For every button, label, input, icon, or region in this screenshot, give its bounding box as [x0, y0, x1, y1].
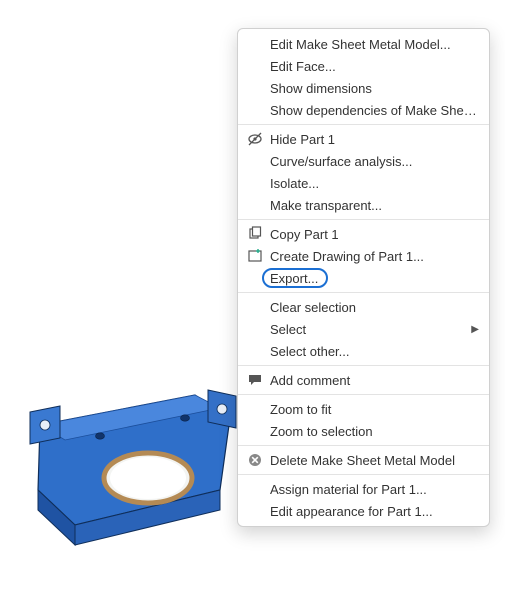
stage: Edit Make Sheet Metal Model... Edit Face… [0, 0, 505, 597]
menu-separator [238, 365, 489, 366]
menu-label: Edit Make Sheet Metal Model... [266, 37, 479, 52]
menu-item-create-drawing[interactable]: Create Drawing of Part 1... [238, 245, 489, 267]
menu-label: Isolate... [266, 176, 479, 191]
icon-empty [244, 296, 266, 318]
menu-label: Select other... [266, 344, 479, 359]
menu-item-make-transparent[interactable]: Make transparent... [238, 194, 489, 216]
menu-item-clear-selection[interactable]: Clear selection [238, 296, 489, 318]
comment-icon [244, 369, 266, 391]
submenu-arrow-icon: ▶ [469, 324, 479, 335]
icon-empty [244, 33, 266, 55]
icon-empty [244, 99, 266, 121]
context-menu: Edit Make Sheet Metal Model... Edit Face… [237, 28, 490, 527]
menu-item-delete-sheet-metal[interactable]: Delete Make Sheet Metal Model [238, 449, 489, 471]
menu-item-add-comment[interactable]: Add comment [238, 369, 489, 391]
hide-icon [244, 128, 266, 150]
part-svg [20, 370, 250, 570]
icon-empty [244, 478, 266, 500]
menu-label: Make transparent... [266, 198, 479, 213]
copy-icon [244, 223, 266, 245]
delete-icon [244, 449, 266, 471]
menu-label: Edit Face... [266, 59, 479, 74]
menu-item-curve-surface[interactable]: Curve/surface analysis... [238, 150, 489, 172]
menu-item-show-dependencies[interactable]: Show dependencies of Make Sheet M... [238, 99, 489, 121]
menu-label: Add comment [266, 373, 479, 388]
menu-label: Create Drawing of Part 1... [266, 249, 479, 264]
menu-separator [238, 124, 489, 125]
part-3d-model [20, 370, 250, 570]
icon-empty [244, 150, 266, 172]
icon-empty [244, 267, 266, 289]
icon-empty [244, 398, 266, 420]
menu-separator [238, 394, 489, 395]
menu-label: Zoom to fit [266, 402, 479, 417]
menu-item-assign-material[interactable]: Assign material for Part 1... [238, 478, 489, 500]
menu-label: Hide Part 1 [266, 132, 479, 147]
menu-label: Copy Part 1 [266, 227, 479, 242]
menu-item-zoom-fit[interactable]: Zoom to fit [238, 398, 489, 420]
drawing-icon [244, 245, 266, 267]
icon-empty [244, 340, 266, 362]
menu-item-select-other[interactable]: Select other... [238, 340, 489, 362]
menu-separator [238, 292, 489, 293]
menu-label: Show dependencies of Make Sheet M... [266, 103, 479, 118]
menu-item-show-dimensions[interactable]: Show dimensions [238, 77, 489, 99]
icon-empty [244, 318, 266, 340]
icon-empty [244, 172, 266, 194]
menu-item-edit-face[interactable]: Edit Face... [238, 55, 489, 77]
icon-empty [244, 500, 266, 522]
menu-label: Curve/surface analysis... [266, 154, 479, 169]
menu-separator [238, 445, 489, 446]
menu-label: Zoom to selection [266, 424, 479, 439]
menu-label: Delete Make Sheet Metal Model [266, 453, 479, 468]
menu-item-copy-part[interactable]: Copy Part 1 [238, 223, 489, 245]
icon-empty [244, 420, 266, 442]
menu-separator [238, 219, 489, 220]
menu-label: Export... [266, 271, 479, 286]
menu-item-edit-appearance[interactable]: Edit appearance for Part 1... [238, 500, 489, 522]
menu-item-edit-sheet-metal[interactable]: Edit Make Sheet Metal Model... [238, 33, 489, 55]
menu-separator [238, 474, 489, 475]
icon-empty [244, 194, 266, 216]
menu-label: Assign material for Part 1... [266, 482, 479, 497]
menu-label: Show dimensions [266, 81, 479, 96]
menu-label: Clear selection [266, 300, 479, 315]
menu-item-hide-part[interactable]: Hide Part 1 [238, 128, 489, 150]
menu-label: Select [266, 322, 469, 337]
menu-item-export[interactable]: Export... [238, 267, 489, 289]
menu-label: Edit appearance for Part 1... [266, 504, 479, 519]
icon-empty [244, 77, 266, 99]
icon-empty [244, 55, 266, 77]
menu-item-select[interactable]: Select ▶ [238, 318, 489, 340]
menu-item-isolate[interactable]: Isolate... [238, 172, 489, 194]
menu-item-zoom-selection[interactable]: Zoom to selection [238, 420, 489, 442]
